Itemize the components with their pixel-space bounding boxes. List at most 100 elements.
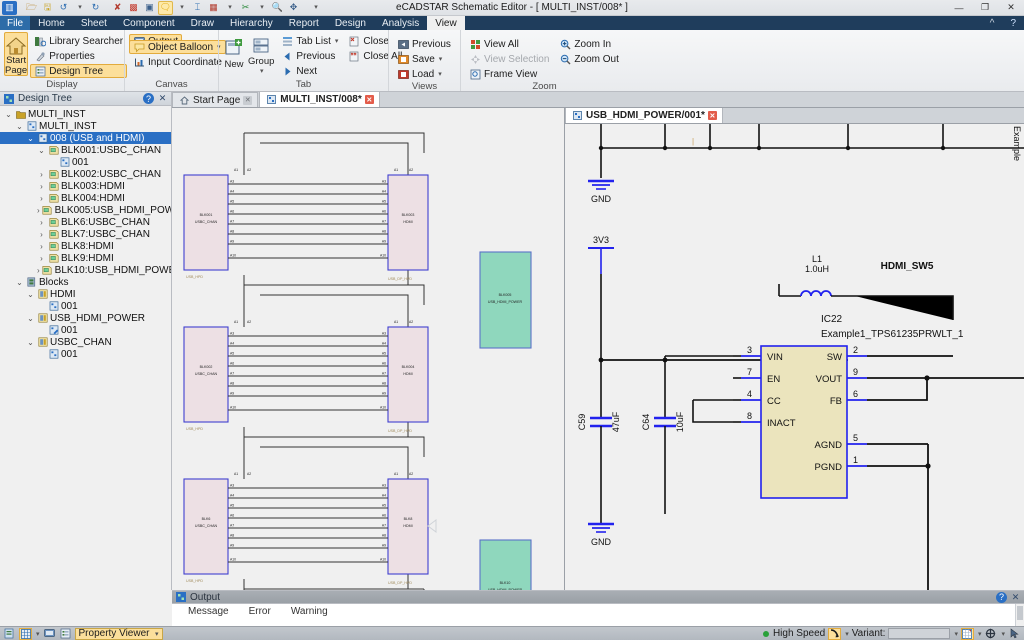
tree-node[interactable]: › BLK005:USB_HDMI_POWER	[0, 204, 171, 216]
tab-previous-button[interactable]: Previous	[277, 49, 342, 63]
delete-icon[interactable]: ✘	[110, 1, 125, 15]
balloon-dropdown-icon[interactable]: ▾	[174, 1, 189, 15]
board-dropdown-icon[interactable]: ▾	[222, 1, 237, 15]
menu-item-analysis[interactable]: Analysis	[374, 16, 427, 30]
design-tree-list[interactable]: ⌄ MULTI_INST ⌄ MULTI_INST ⌄ 008 (USB and HDMI…	[0, 106, 171, 590]
tab-list-button[interactable]: Tab List ▾	[277, 34, 342, 48]
tree-toggle-icon[interactable]	[59, 628, 72, 640]
monitor-icon[interactable]	[43, 628, 56, 640]
chevron-down-icon[interactable]: ⌄	[26, 290, 35, 299]
tree-node[interactable]: › BLK004:HDMI	[0, 192, 171, 204]
menu-item-component[interactable]: Component	[115, 16, 183, 30]
tab-start-page[interactable]: Start Page ✕	[172, 92, 259, 107]
tab-multi-inst-008-close[interactable]: ✕	[364, 95, 374, 104]
object-balloon-icon[interactable]: 🗨	[158, 0, 173, 15]
restore-button[interactable]: ❐	[972, 0, 998, 16]
property-viewer-icon[interactable]	[3, 628, 16, 640]
menu-item-file[interactable]: File	[0, 16, 31, 30]
properties-button[interactable]: Properties	[30, 49, 127, 63]
output-tab-message[interactable]: Message	[178, 606, 239, 617]
view-load-dropdown-icon[interactable]: ▾	[438, 70, 442, 78]
undo-dropdown-icon[interactable]: ▾	[72, 1, 87, 15]
property-viewer-combo-caret[interactable]: ▾	[155, 630, 159, 638]
tab-next-button[interactable]: Next	[277, 64, 342, 78]
output-close-button[interactable]: ✕	[1010, 592, 1021, 603]
chevron-down-icon[interactable]: ⌄	[26, 338, 35, 347]
board-icon[interactable]: ▦	[206, 1, 221, 15]
high-speed-status[interactable]: High Speed	[762, 628, 825, 639]
variant-dropdown-icon[interactable]: ▾	[954, 630, 958, 638]
snap-dropdown-icon[interactable]: ▾	[845, 630, 849, 638]
variant-input[interactable]	[888, 628, 951, 639]
chevron-right-icon[interactable]: ›	[37, 218, 46, 227]
grid-settings-dropdown-icon[interactable]: ▾	[978, 630, 982, 638]
tree-node[interactable]: ⌄ MULTI_INST	[0, 120, 171, 132]
output-scrollbar-thumb[interactable]	[1017, 606, 1023, 620]
tree-node[interactable]: ⌄ USB_HDMI_POWER	[0, 312, 171, 324]
tab-usb-hdmi-power-001-close[interactable]: ✕	[707, 111, 717, 120]
zoom-window-icon[interactable]: ▣	[142, 1, 157, 15]
tree-node[interactable]: 001	[0, 324, 171, 336]
chevron-right-icon[interactable]: ›	[37, 182, 46, 191]
tree-node[interactable]: › BLK6:USBC_CHAN	[0, 216, 171, 228]
menu-item-hierarchy[interactable]: Hierarchy	[222, 16, 281, 30]
tree-node[interactable]: › BLK9:HDMI	[0, 252, 171, 264]
crosshair-dropdown-icon[interactable]: ▾	[1001, 630, 1005, 638]
tree-node[interactable]: › BLK7:USBC_CHAN	[0, 228, 171, 240]
tree-node[interactable]: 001	[0, 156, 171, 168]
chevron-down-icon[interactable]: ⌄	[26, 314, 35, 323]
input-coordinate-button[interactable]: Input Coordinate	[129, 55, 226, 69]
menu-item-draw[interactable]: Draw	[183, 16, 222, 30]
tab-usb-hdmi-power-001[interactable]: USB_HDMI_POWER/001* ✕	[565, 108, 723, 123]
chevron-down-icon[interactable]: ⌄	[15, 278, 24, 287]
crosshair-icon[interactable]	[984, 628, 997, 640]
output-tab-error[interactable]: Error	[239, 606, 281, 617]
library-searcher-button[interactable]: Library Searcher	[30, 34, 127, 48]
design-tree-close-button[interactable]: ✕	[157, 93, 168, 104]
app-icon[interactable]: ▥	[2, 0, 17, 15]
view-all-button[interactable]: View All	[465, 37, 553, 51]
measure-icon[interactable]: ⌶	[190, 1, 205, 15]
tree-node[interactable]: › BLK002:USBC_CHAN	[0, 168, 171, 180]
ribbon-collapse-button[interactable]: ^	[982, 16, 1003, 30]
zoom-in-button[interactable]: Zoom In	[555, 37, 622, 51]
property-viewer-combo[interactable]: Property Viewer ▾	[74, 627, 163, 640]
close-button[interactable]: ✕	[998, 0, 1024, 16]
menu-item-sheet[interactable]: Sheet	[73, 16, 115, 30]
tree-node[interactable]: › BLK8:HDMI	[0, 240, 171, 252]
open-icon[interactable]: 🗁	[24, 1, 39, 15]
undo-icon[interactable]: ↺	[56, 1, 71, 15]
tab-multi-inst-008[interactable]: MULTI_INST/008* ✕	[259, 91, 380, 107]
group-tab-dropdown-icon[interactable]: ▾	[260, 67, 264, 75]
sheet-canvas-right[interactable]: GND | 3V3 C59 47uF C64 10uF GND L1 1.0uH…	[565, 124, 1024, 590]
help-icon[interactable]: ?	[1002, 16, 1024, 30]
design-tree-button[interactable]: Design Tree	[30, 64, 128, 78]
chevron-down-icon[interactable]: ⌄	[15, 122, 24, 131]
output-body[interactable]: Message Error Warning	[172, 603, 1024, 626]
snap-icon[interactable]	[828, 627, 842, 640]
output-help-button[interactable]: ?	[996, 591, 1007, 603]
menu-item-report[interactable]: Report	[281, 16, 327, 30]
grid-toggle-dropdown-icon[interactable]: ▾	[36, 630, 40, 638]
tree-node[interactable]: ⌄ 008 (USB and HDMI)	[0, 132, 171, 144]
menu-item-home[interactable]: Home	[30, 16, 73, 30]
tree-node[interactable]: › BLK003:HDMI	[0, 180, 171, 192]
chevron-down-icon[interactable]: ⌄	[26, 134, 35, 143]
tab-start-page-close[interactable]: ✕	[243, 95, 253, 105]
chevron-right-icon[interactable]: ›	[37, 230, 46, 239]
output-tab-warning[interactable]: Warning	[281, 606, 338, 617]
tree-node[interactable]: 001	[0, 300, 171, 312]
menu-item-view[interactable]: View	[427, 16, 465, 30]
new-tab-button[interactable]: New	[223, 32, 245, 76]
menu-item-design[interactable]: Design	[327, 16, 374, 30]
minimize-button[interactable]: —	[946, 0, 972, 16]
tree-node[interactable]: ⌄ Blocks	[0, 276, 171, 288]
tree-node[interactable]: › BLK10:USB_HDMI_POWER	[0, 264, 171, 276]
view-load-button[interactable]: Load ▾	[393, 67, 455, 81]
tools-icon[interactable]: ✂	[238, 1, 253, 15]
tab-list-dropdown-icon[interactable]: ▾	[335, 37, 339, 45]
grid-icon[interactable]: ▩	[126, 1, 141, 15]
tree-node[interactable]: ⌄ MULTI_INST	[0, 108, 171, 120]
sheet-canvas-left[interactable]: BLK001 USBC_CHAN BLK003 HDMI A1 A2 A1 A2	[172, 108, 565, 590]
design-tree-help-button[interactable]: ?	[143, 93, 154, 104]
